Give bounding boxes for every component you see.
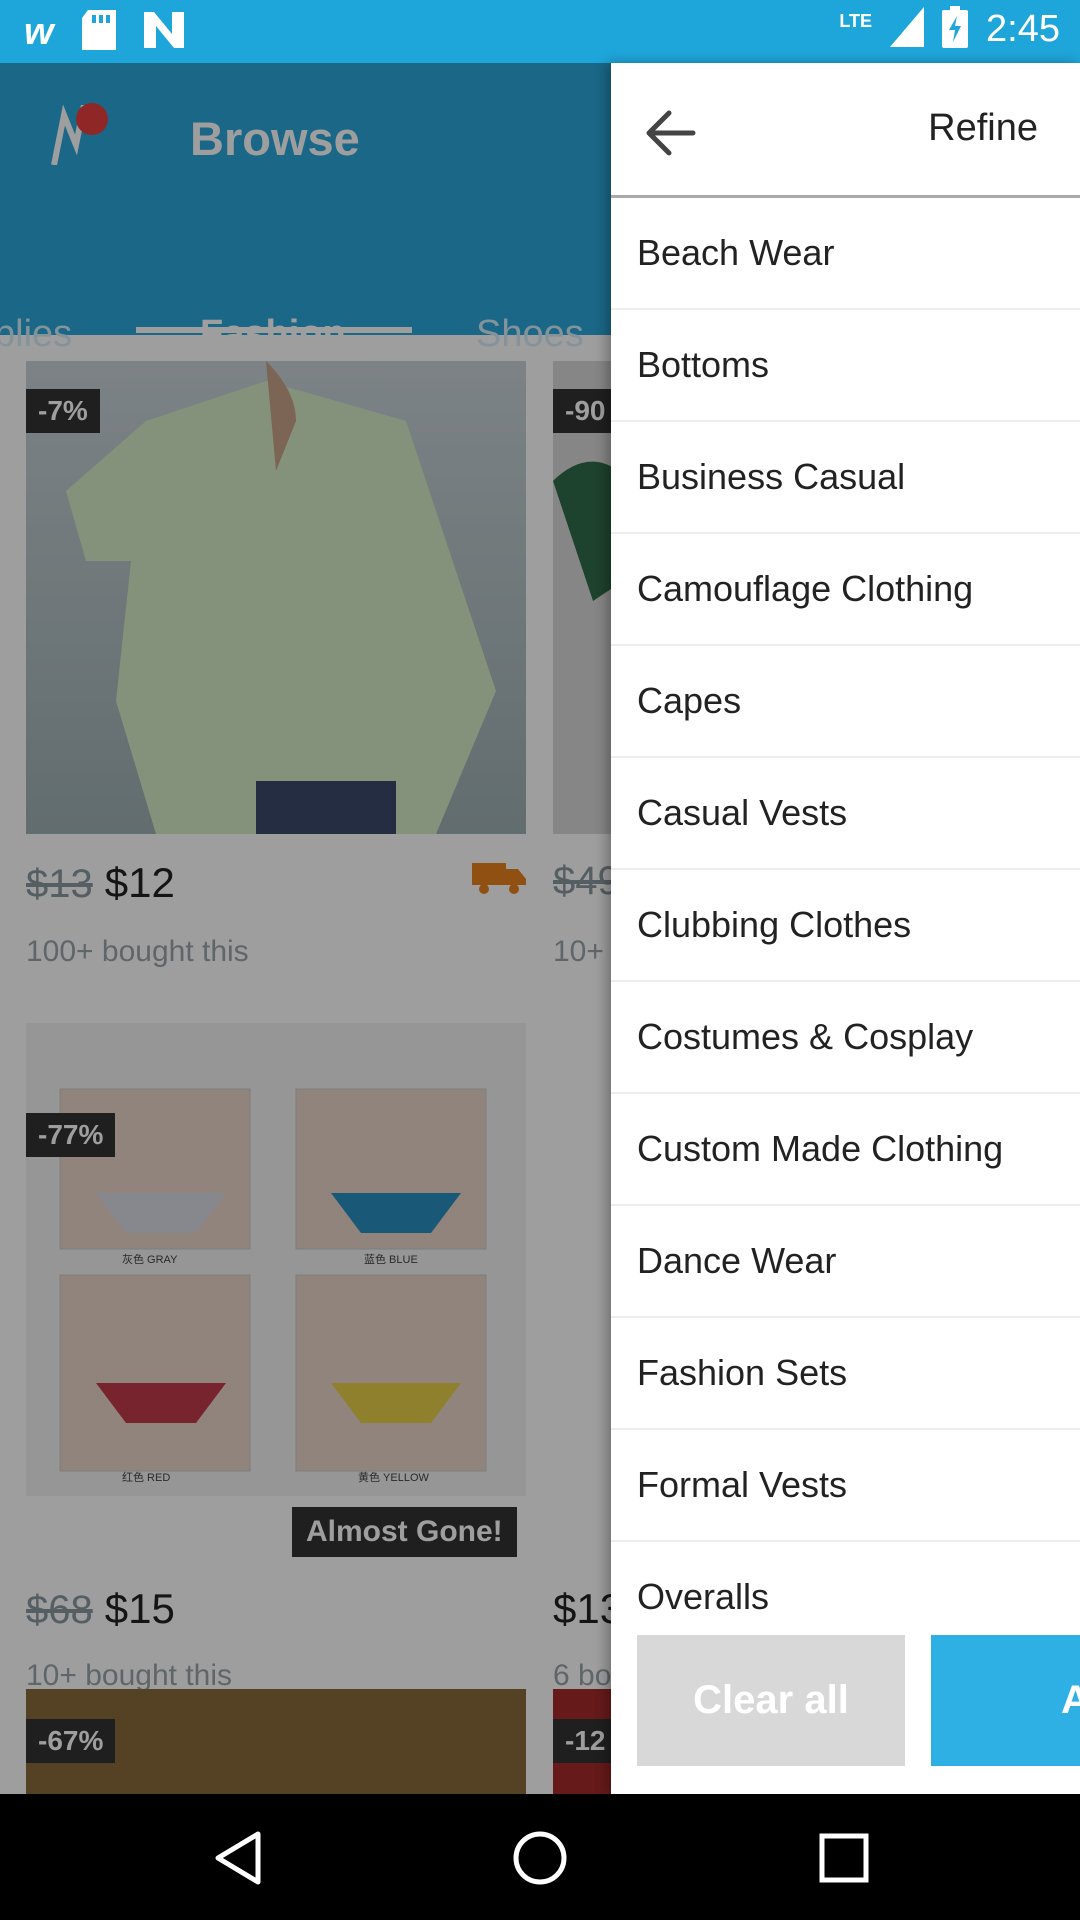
battery-charging-icon	[942, 6, 969, 53]
status-icons-right: LTE 2:45	[839, 6, 1060, 53]
nav-back-icon[interactable]	[206, 1826, 270, 1890]
drawer-title: Refine	[928, 107, 1038, 149]
filter-item-custom-made-clothing[interactable]: Custom Made Clothing	[611, 1094, 1080, 1206]
clear-all-button[interactable]: Clear all	[637, 1635, 905, 1766]
filter-item-clubbing-clothes[interactable]: Clubbing Clothes	[611, 870, 1080, 982]
apply-button-label: Apply	[1061, 1678, 1080, 1722]
drawer-footer: Clear all Apply	[611, 1635, 1080, 1794]
signal-icon	[890, 7, 925, 52]
filter-item-fashion-sets[interactable]: Fashion Sets	[611, 1318, 1080, 1430]
apply-button[interactable]: Apply	[931, 1635, 1080, 1766]
sd-card-icon	[81, 10, 116, 55]
filter-item-costumes-cosplay[interactable]: Costumes & Cosplay	[611, 982, 1080, 1094]
filter-item-casual-vests[interactable]: Casual Vests	[611, 758, 1080, 870]
n-icon	[143, 12, 184, 53]
filter-item-dance-wear[interactable]: Dance Wear	[611, 1206, 1080, 1318]
system-nav-bar	[0, 1794, 1080, 1920]
network-label: LTE	[839, 11, 873, 31]
drawer-header: Refine	[611, 63, 1080, 198]
status-icons-left: w	[24, 10, 184, 55]
filter-item-beach-wear[interactable]: Beach Wear	[611, 198, 1080, 310]
filter-item-bottoms[interactable]: Bottoms	[611, 310, 1080, 422]
nav-home-icon[interactable]	[508, 1826, 572, 1890]
category-list: Beach Wear Bottoms Business Casual Camou…	[611, 198, 1080, 1668]
filter-item-capes[interactable]: Capes	[611, 646, 1080, 758]
nav-recents-icon[interactable]	[812, 1826, 876, 1890]
back-arrow-icon[interactable]	[641, 103, 701, 163]
filter-item-formal-vests[interactable]: Formal Vests	[611, 1430, 1080, 1542]
refine-drawer: Refine Beach Wear Bottoms Business Casua…	[611, 63, 1080, 1794]
status-time: 2:45	[986, 8, 1060, 50]
filter-item-business-casual[interactable]: Business Casual	[611, 422, 1080, 534]
status-bar: w LTE 2:45	[0, 0, 1080, 63]
filter-item-camouflage-clothing[interactable]: Camouflage Clothing	[611, 534, 1080, 646]
wish-icon: w	[24, 11, 54, 53]
